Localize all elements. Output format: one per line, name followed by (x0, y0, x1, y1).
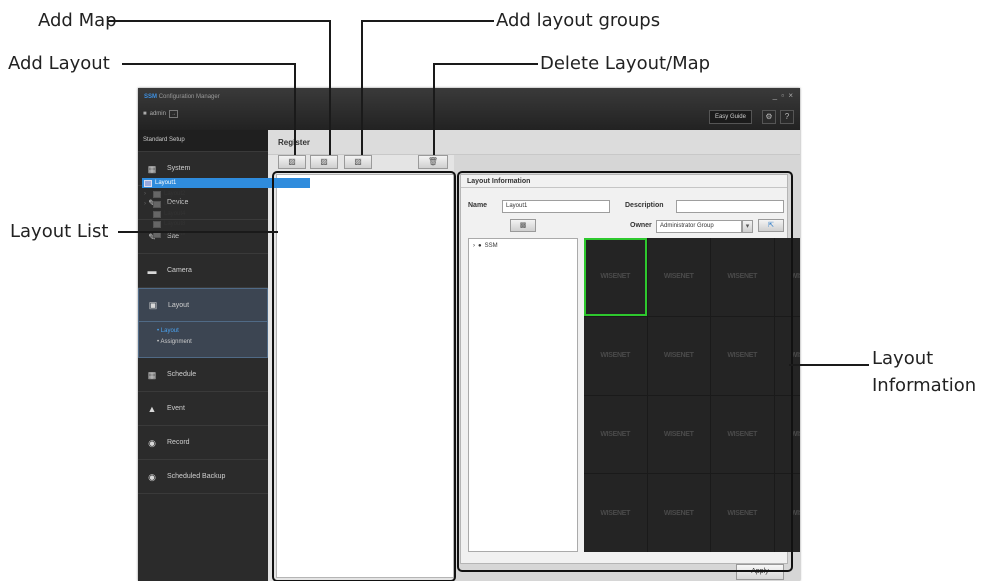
list-item[interactable]: Layout8 (153, 219, 185, 229)
add-map-icon: ▨ (320, 157, 328, 166)
layout-item-icon (153, 220, 161, 228)
callout-line (294, 63, 296, 155)
sidebar-item-label: Record (167, 439, 190, 446)
user-icon: ■ (143, 111, 147, 117)
layout-submenu: • Layout • Assignment (138, 322, 268, 358)
sidebar-item-camera[interactable]: ▬ Camera (138, 254, 268, 288)
callout-line (361, 20, 494, 22)
sidebar-header: Standard Setup (138, 130, 268, 152)
layout-list-highlight (272, 171, 456, 581)
help-icon[interactable]: ? (780, 110, 794, 124)
callout-add-map: Add Map (38, 10, 117, 31)
content-header (268, 130, 800, 155)
callout-line (433, 63, 538, 65)
sidebar-item-layout[interactable]: ▣ Layout (138, 288, 268, 322)
callout-line (789, 364, 869, 366)
sidebar-item-label: Layout (168, 301, 190, 309)
expand-arrow-icon[interactable]: › (144, 199, 150, 209)
layout-item-icon (153, 210, 161, 218)
sidebar-item-event[interactable]: ▲ Event (138, 392, 268, 426)
callout-line (118, 231, 278, 233)
add-layout-groups-button[interactable]: ▨ (344, 155, 372, 169)
user-row: ■ admin → (143, 110, 178, 118)
delete-layout-map-button[interactable]: 🗑 (418, 155, 448, 169)
sidebar-item-schedule[interactable]: ▦ Schedule (138, 358, 268, 392)
easy-guide-button[interactable]: Easy Guide (708, 110, 752, 124)
sidebar-item-label: Scheduled Backup (167, 473, 226, 480)
sidebar-item-label: Camera (167, 267, 192, 274)
camera-icon: ▬ (147, 265, 157, 276)
record-icon: ◉ (148, 437, 156, 448)
app-title: SSM Configuration Manager (144, 94, 220, 100)
trash-icon: 🗑 (427, 157, 439, 166)
submenu-assignment[interactable]: • Assignment (157, 337, 267, 348)
callout-layout-information-2: Information (872, 375, 977, 396)
submenu-layout[interactable]: • Layout (157, 326, 267, 337)
settings-gear-icon[interactable]: ⚙ (762, 110, 776, 124)
layout-information-highlight (457, 171, 793, 572)
window-controls[interactable]: _ ▫ × (773, 91, 794, 100)
sidebar-item-label: Schedule (167, 371, 197, 378)
callout-line (361, 20, 363, 155)
callout-delete-layout-map: Delete Layout/Map (540, 53, 711, 74)
add-layout-button[interactable]: ▨ (278, 155, 306, 169)
layout-item-icon (144, 179, 152, 187)
layout-item-icon (153, 200, 161, 208)
layout-icon: ▣ (148, 300, 158, 310)
event-icon: ▲ (147, 403, 157, 414)
callout-line (122, 63, 296, 65)
schedule-icon: ▦ (147, 369, 157, 380)
add-group-icon: ▨ (354, 157, 362, 166)
layout-item-icon (153, 190, 161, 198)
logout-icon[interactable]: → (168, 110, 178, 118)
add-layout-icon: ▨ (288, 157, 296, 166)
callout-layout-list: Layout List (10, 221, 109, 242)
callout-add-layout-groups: Add layout groups (496, 10, 661, 31)
callout-layout-information-1: Layout (872, 348, 934, 369)
expand-arrow-icon[interactable]: › (144, 189, 150, 199)
callout-line (433, 63, 435, 155)
sidebar-item-scheduled-backup[interactable]: ◉ Scheduled Backup (138, 460, 268, 494)
system-icon: ▦ (147, 163, 157, 174)
callout-add-layout: Add Layout (8, 53, 110, 74)
backup-icon: ◉ (148, 471, 156, 482)
callout-line (329, 20, 331, 155)
callout-line (108, 20, 331, 22)
sidebar-item-label: Event (167, 405, 185, 412)
list-item[interactable]: › Layout2 (144, 189, 185, 199)
list-item[interactable]: Layout4 (153, 209, 185, 219)
title-bar: SSM Configuration Manager ■ admin → _ ▫ … (138, 88, 800, 130)
sidebar-item-record[interactable]: ◉ Record (138, 426, 268, 460)
user-name: admin (149, 111, 166, 117)
sidebar-item-label: System (167, 165, 191, 172)
add-map-button[interactable]: ▨ (310, 155, 338, 169)
list-item[interactable]: › Layout3 (144, 199, 185, 209)
